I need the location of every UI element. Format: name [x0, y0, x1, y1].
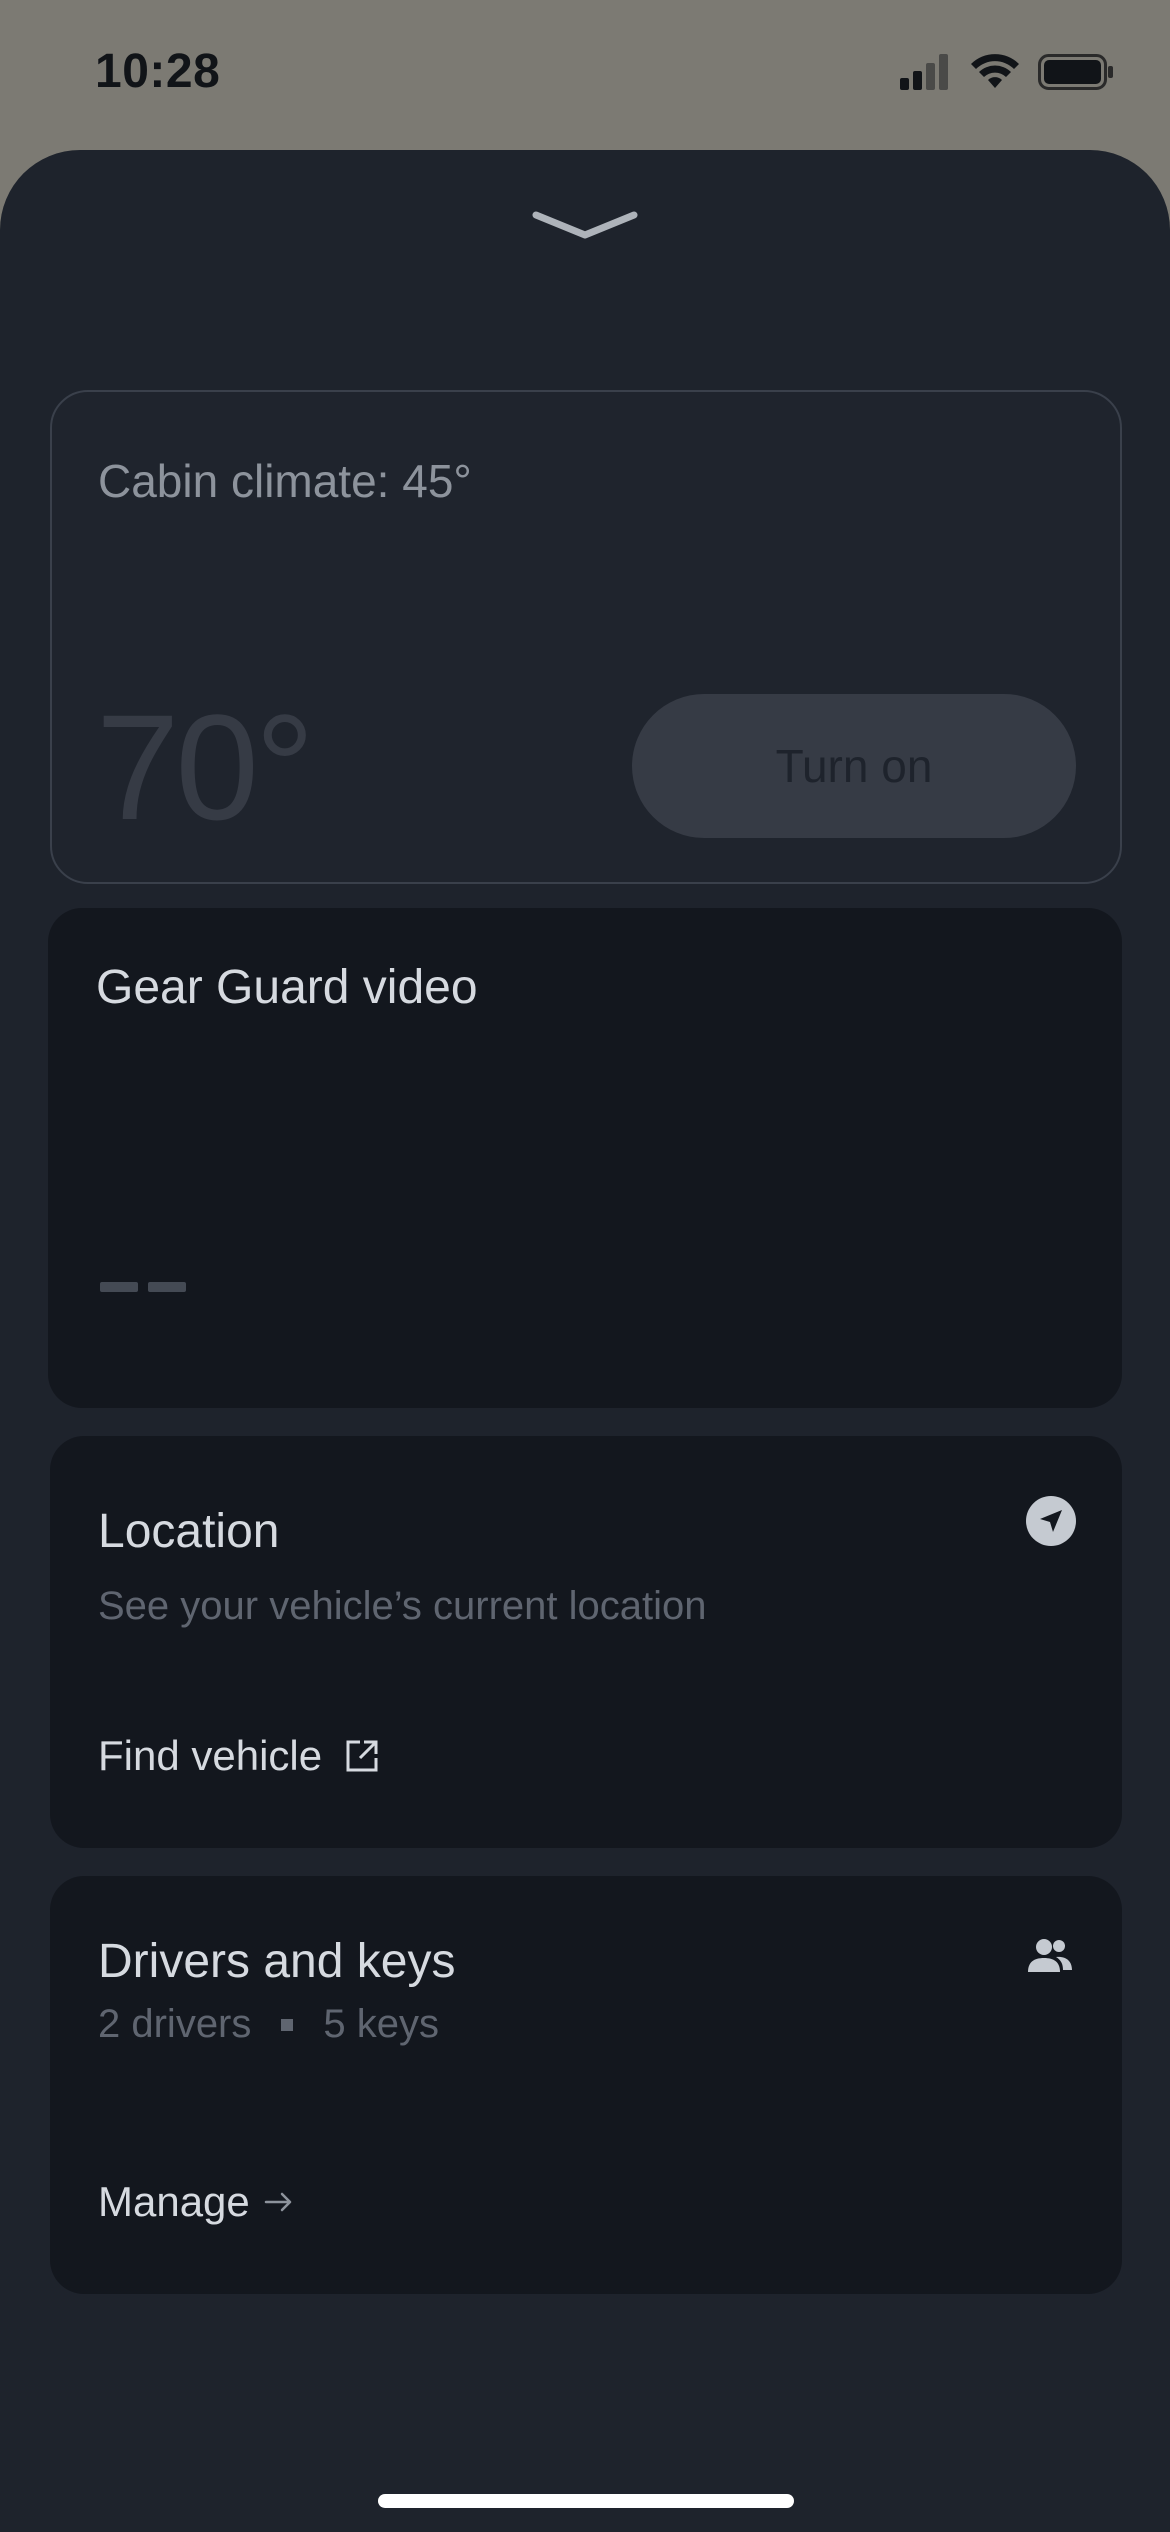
drivers-and-keys-title: Drivers and keys	[98, 1935, 456, 1988]
status-bar: 10:28	[0, 0, 1170, 150]
gear-guard-title: Gear Guard video	[96, 961, 478, 1014]
collapse-sheet-button[interactable]	[525, 202, 645, 252]
separator-dot	[281, 2018, 294, 2031]
battery-icon	[1038, 54, 1113, 90]
dash	[100, 1282, 138, 1292]
location-card: Location See your vehicle’s current loca…	[50, 1436, 1122, 1848]
home-indicator[interactable]	[378, 2494, 794, 2508]
turn-on-climate-button[interactable]: Turn on	[632, 694, 1076, 838]
status-icons	[900, 54, 1114, 90]
location-title: Location	[98, 1505, 280, 1558]
chevron-down-icon	[532, 211, 638, 239]
dash	[148, 1282, 186, 1292]
manage-label: Manage	[98, 2178, 250, 2225]
cabin-climate-card: Cabin climate: 45° 70° Turn on	[50, 390, 1122, 884]
cellular-signal-icon	[900, 54, 948, 90]
manage-drivers-link[interactable]: Manage	[98, 2178, 294, 2226]
gear-guard-placeholder	[100, 1282, 186, 1292]
drivers-count: 2 drivers	[98, 2002, 252, 2046]
bottom-sheet: Cabin climate: 45° 70° Turn on Gear Guar…	[0, 150, 1170, 2532]
location-subtitle: See your vehicle’s current location	[98, 1584, 707, 1628]
cabin-climate-title: Cabin climate: 45°	[98, 455, 472, 507]
wifi-icon	[971, 54, 1019, 88]
navigation-arrow-icon	[1026, 1496, 1076, 1546]
find-vehicle-link[interactable]: Find vehicle	[98, 1732, 380, 1780]
drivers-and-keys-card: Drivers and keys 2 drivers 5 keys Manage	[50, 1876, 1122, 2294]
target-temperature: 70°	[96, 683, 315, 851]
external-link-icon	[346, 1740, 378, 1772]
status-time: 10:28	[95, 45, 221, 98]
drivers-keys-summary: 2 drivers 5 keys	[98, 2002, 439, 2047]
find-vehicle-label: Find vehicle	[98, 1732, 323, 1779]
people-icon	[1028, 1939, 1072, 1972]
gear-guard-card[interactable]: Gear Guard video	[48, 908, 1122, 1408]
keys-count: 5 keys	[323, 2002, 439, 2046]
arrow-right-icon	[264, 2192, 292, 2212]
